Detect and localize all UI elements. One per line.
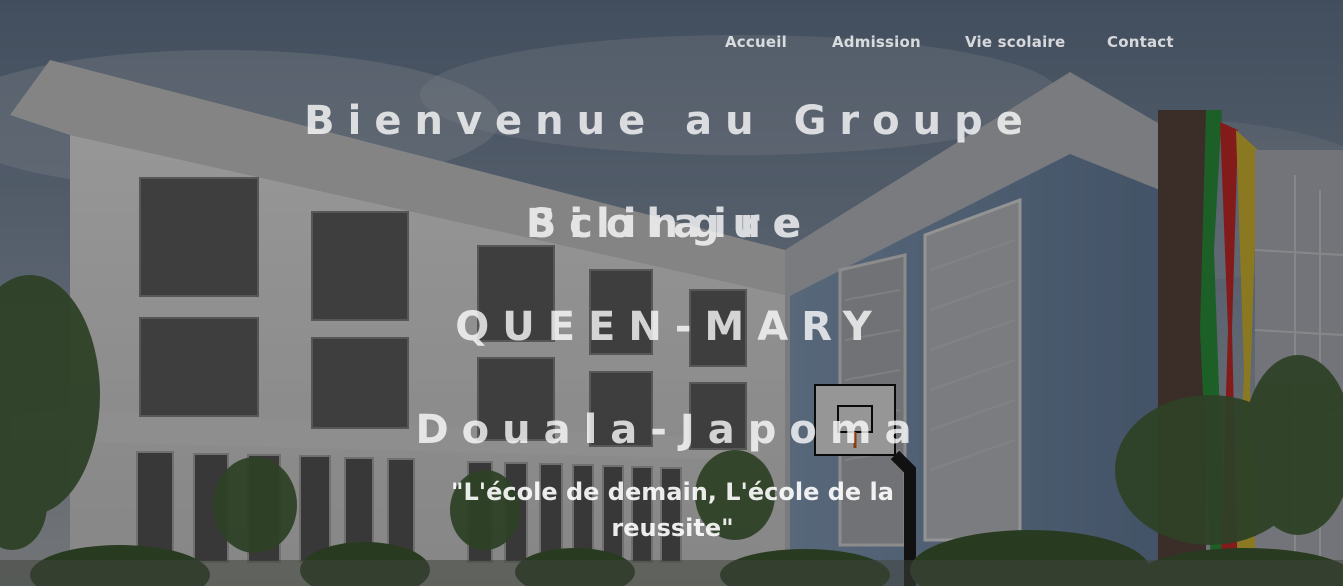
nav-link-contact[interactable]: Contact (1107, 33, 1174, 51)
nav-link-vie-scolaire[interactable]: Vie scolaire (965, 33, 1065, 51)
hero-title-line-1: Bienvenue au Groupe Scolaire (304, 98, 1036, 247)
hero-tagline: "L'école de demain, L'école de la reussi… (451, 478, 894, 542)
nav-link-admission[interactable]: Admission (832, 33, 921, 51)
hero-title-line-3: QUEEN-MARY (455, 304, 885, 350)
nav-link-accueil[interactable]: Accueil (725, 33, 787, 51)
hero-section: Accueil Admission Vie scolaire Contact B… (0, 0, 1343, 586)
hero-title: Bienvenue au Groupe Scolaire Bilingue QU… (170, 70, 1170, 482)
hero-title-line-4: Douala-Japoma (415, 407, 925, 453)
hero-title-line-2: Bilingue (525, 201, 815, 247)
main-navigation: Accueil Admission Vie scolaire Contact (700, 26, 1220, 60)
